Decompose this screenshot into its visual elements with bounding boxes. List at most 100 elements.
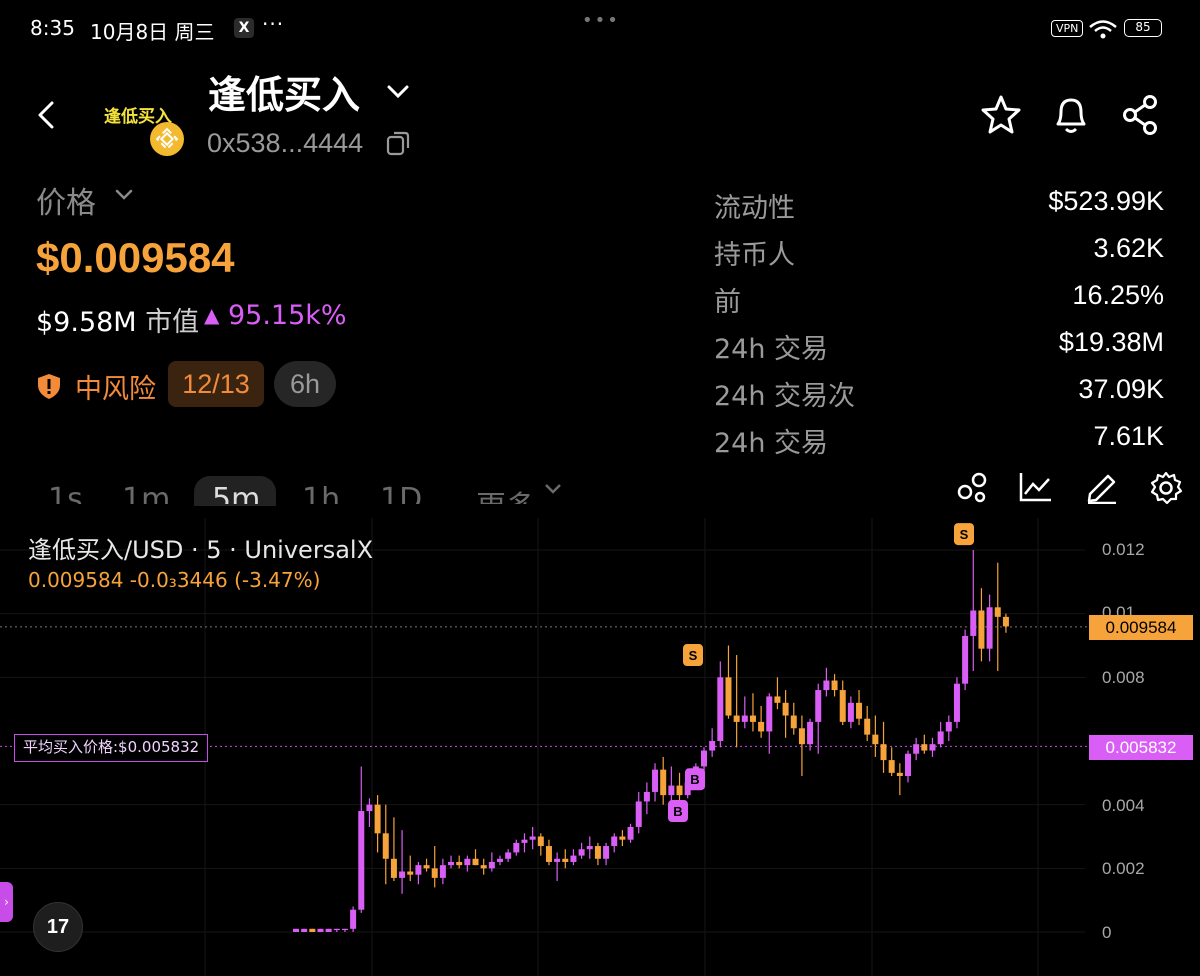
- tab-1s[interactable]: 1s: [48, 480, 83, 504]
- y-tick-label: 0.004: [1102, 796, 1145, 815]
- candle-body: [839, 690, 846, 722]
- candle-body: [643, 791, 650, 802]
- candle-body: [953, 683, 960, 722]
- battery-icon: 85: [1124, 19, 1162, 37]
- candle-body: [717, 677, 724, 741]
- candle-body: [725, 677, 732, 716]
- side-panel-handle[interactable]: ›: [0, 882, 13, 922]
- draw-icon[interactable]: [1084, 470, 1120, 504]
- chevron-down-icon[interactable]: [386, 84, 410, 100]
- tab-1m[interactable]: 1m: [122, 480, 170, 504]
- window-grip-icon[interactable]: •••: [582, 10, 620, 31]
- candle-body: [815, 690, 822, 722]
- bnb-chain-icon: [150, 122, 184, 156]
- risk-score-badge[interactable]: 12/13: [168, 361, 264, 407]
- candle-body: [758, 721, 765, 732]
- copy-icon[interactable]: [386, 130, 410, 156]
- candle-body: [439, 865, 446, 878]
- tab-5m[interactable]: 5m: [212, 480, 260, 504]
- candle-body: [374, 804, 381, 834]
- stat-value-liquidity: $523.99K: [1048, 186, 1164, 216]
- candle-body: [603, 846, 610, 859]
- avg-buy-price-label: 平均买入价格:$0.005832: [14, 734, 209, 762]
- candle-body: [554, 858, 561, 862]
- candle-body: [521, 839, 528, 843]
- candle-body: [896, 772, 903, 777]
- candle-body: [382, 833, 389, 859]
- tab-1d[interactable]: 1D: [380, 480, 422, 504]
- market-cap: $9.58M 市值: [36, 300, 199, 339]
- candle-body: [676, 785, 683, 796]
- chart-legend-values: 0.009584 -0.0₃3446 (-3.47%): [28, 568, 321, 592]
- line-chart-icon[interactable]: [1018, 470, 1054, 504]
- candle-body: [488, 861, 495, 869]
- candle-body: [635, 801, 642, 827]
- candle-body: [823, 680, 830, 691]
- status-bar: 8:35 10月8日 周三 X ··· ••• VPN 85: [0, 0, 1200, 56]
- candle-body: [864, 718, 871, 735]
- chevron-down-icon[interactable]: [114, 188, 134, 202]
- candle-body: [497, 858, 503, 862]
- stat-label-24h-traders: 24h 交易: [714, 428, 829, 459]
- more-notifications-icon: ···: [262, 12, 285, 36]
- price-change: ▲ 95.15k%: [204, 300, 347, 331]
- candle-body: [627, 826, 634, 840]
- stat-value-24h-traders: 7.61K: [1093, 421, 1164, 451]
- candle-body: [431, 868, 438, 878]
- star-icon[interactable]: [980, 94, 1022, 134]
- candle-body: [358, 811, 365, 910]
- settings-icon[interactable]: [1148, 470, 1184, 506]
- vpn-badge: VPN: [1051, 20, 1084, 37]
- stat-label-top: 前: [714, 287, 741, 318]
- candle-body: [905, 753, 911, 777]
- candle-body: [921, 744, 928, 751]
- stat-label-24h-txns: 24h 交易次: [714, 381, 856, 412]
- candle-body: [888, 760, 895, 773]
- candle-body: [562, 858, 569, 862]
- x-app-icon: X: [234, 18, 254, 38]
- candle-body: [317, 928, 324, 932]
- candle-body: [986, 607, 993, 649]
- stat-value-holders: 3.62K: [1093, 233, 1164, 263]
- candle-body: [578, 849, 585, 856]
- candle-body: [774, 696, 781, 703]
- candle-body: [570, 855, 577, 862]
- candle-body: [407, 871, 414, 875]
- chart-legend-title: 逢低买入/USD · 5 · UniversalX: [28, 536, 374, 564]
- risk-label[interactable]: 中风险: [75, 367, 156, 406]
- indicators-icon[interactable]: [955, 470, 989, 504]
- candle-body: [594, 846, 601, 859]
- candle-body: [782, 702, 789, 716]
- candle-body: [415, 865, 422, 875]
- candle-body: [619, 836, 626, 840]
- share-icon[interactable]: [1122, 94, 1160, 136]
- candle-body: [1002, 616, 1009, 627]
- candle-body: [456, 861, 463, 866]
- candle-body: [472, 858, 479, 866]
- back-arrow-icon[interactable]: [36, 100, 56, 130]
- candle-body: [611, 836, 618, 847]
- trade-marker-label: S: [689, 648, 698, 663]
- avg-price-tag: 0.005832: [1089, 735, 1193, 760]
- chevron-down-icon[interactable]: [543, 482, 563, 496]
- stat-label-24h-volume: 24h 交易: [714, 334, 829, 365]
- candle-body: [545, 846, 552, 862]
- bell-icon[interactable]: [1052, 94, 1090, 136]
- candle-body: [333, 928, 340, 931]
- candle-body: [880, 744, 887, 761]
- tab-1h[interactable]: 1h: [302, 480, 340, 504]
- candle-body: [856, 702, 863, 719]
- candle-body: [962, 635, 969, 684]
- candle-body: [937, 731, 944, 745]
- price-label[interactable]: 价格: [36, 178, 96, 222]
- token-title[interactable]: 逢低买入: [208, 64, 360, 119]
- tradingview-logo[interactable]: 17: [33, 902, 83, 952]
- candle-body: [399, 871, 406, 878]
- candle-body: [586, 846, 593, 850]
- market-cap-value: $9.58M: [36, 307, 137, 338]
- candle-body: [341, 928, 348, 931]
- candle-body: [929, 744, 936, 751]
- candle-body: [350, 909, 357, 929]
- tab-more[interactable]: 更多: [476, 480, 536, 504]
- candle-body: [872, 734, 879, 745]
